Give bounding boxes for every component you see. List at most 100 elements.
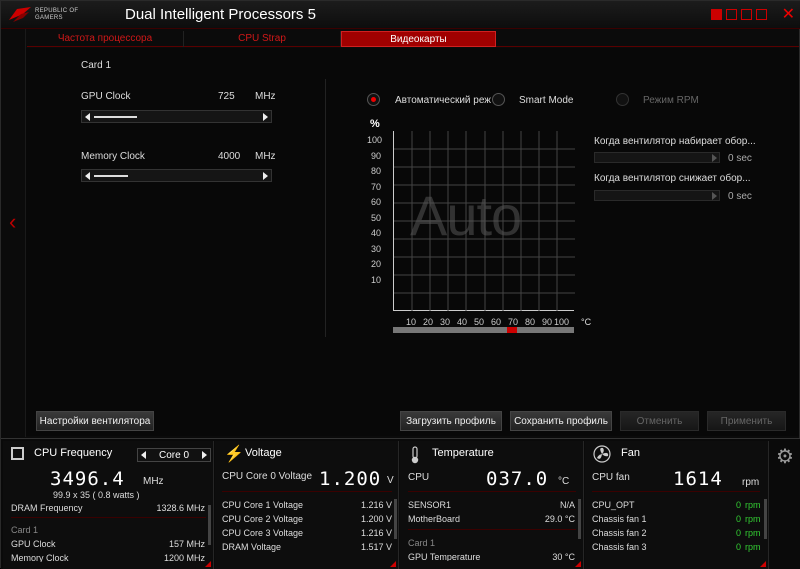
ramp-down-arrow-icon[interactable]: [712, 192, 717, 200]
fan-row-label: Chassis fan 2: [592, 528, 647, 538]
card-title: Card 1: [81, 60, 112, 71]
slider-right-arrow-icon[interactable]: [263, 113, 268, 121]
panel-divider: [325, 79, 326, 337]
memory-clock-slider[interactable]: [81, 169, 272, 182]
card-section-label: Card 1: [408, 538, 436, 548]
fan-panel: Fan CPU fan 1614 rpm CPU_OPT 0 rpm Chass…: [585, 441, 769, 569]
layout-icon[interactable]: [741, 9, 752, 20]
memory-clock-value: 4000: [218, 151, 241, 162]
fan-title: Fan: [621, 447, 640, 459]
scrollbar[interactable]: [208, 505, 211, 545]
ramp-up-label: Когда вентилятор набирает обор...: [594, 136, 756, 147]
y-tick-label: 90: [370, 150, 381, 161]
gear-icon[interactable]: ⚙: [776, 444, 794, 469]
chart-y-unit: %: [370, 118, 380, 130]
fan-row-label: Chassis fan 1: [592, 514, 647, 524]
gpu-temperature-label: GPU Temperature: [408, 552, 481, 561]
gpu-clock-monitor-label: GPU Clock: [11, 539, 56, 549]
fan-row-label: Chassis fan 3: [592, 542, 647, 552]
cpu-frequency-value: 3496.4: [50, 468, 125, 490]
fan-row-value: 0: [735, 500, 741, 510]
y-tick-label: 40: [370, 228, 381, 238]
voltage-row-value: 1.517 V: [360, 542, 392, 552]
core-next-icon[interactable]: [202, 451, 207, 459]
record-icon[interactable]: [711, 9, 722, 20]
smart-mode-radio[interactable]: [492, 93, 505, 106]
rpm-mode-radio[interactable]: [616, 93, 629, 106]
separator: [408, 491, 576, 492]
hardware-monitor: CPU Frequency Core 0 3496.4 MHz 99.9 x 3…: [1, 438, 800, 569]
rpm-mode-label: Режим RPM: [643, 95, 699, 106]
voltage-main-label: CPU Core 0 Voltage: [222, 471, 313, 482]
slider-left-arrow-icon[interactable]: [85, 113, 90, 121]
expand-corner-icon[interactable]: [390, 561, 396, 567]
slider-right-arrow-icon[interactable]: [263, 172, 268, 180]
slider-left-arrow-icon[interactable]: [85, 172, 90, 180]
apply-button[interactable]: Применить: [707, 411, 786, 431]
scrollbar[interactable]: [394, 499, 397, 539]
save-profile-button[interactable]: Сохранить профиль: [510, 411, 612, 431]
lightning-icon: ⚡: [224, 446, 244, 463]
y-tick-label: 20: [370, 259, 381, 269]
title-bar[interactable]: REPUBLIC OF GAMERS Dual Intelligent Proc…: [1, 1, 800, 29]
separator: [222, 491, 392, 492]
tab-graphics-cards[interactable]: Видеокарты: [341, 31, 496, 47]
ramp-down-label: Когда вентилятор снижает обор...: [594, 173, 751, 184]
fan-settings-button[interactable]: Настройки вентилятора: [36, 411, 154, 431]
fan-row-value: 0: [735, 528, 741, 538]
temp-range-bar: [393, 327, 507, 333]
cancel-button[interactable]: Отменить: [620, 411, 699, 431]
x-tick-label: 40: [457, 317, 468, 327]
voltage-row-value: 1.216 V: [360, 528, 392, 538]
ramp-down-slider[interactable]: [594, 190, 720, 201]
rog-eye-icon: [9, 7, 31, 22]
minimize-icon[interactable]: [756, 9, 767, 20]
cpu-frequency-detail: 99.9 x 35 ( 0.8 watts ): [53, 490, 140, 500]
expand-corner-icon[interactable]: [760, 561, 766, 567]
voltage-row-value: 1.200 V: [360, 514, 392, 524]
tab-cpu-frequency[interactable]: Частота процессора: [27, 31, 184, 47]
separator: [592, 491, 760, 492]
expand-corner-icon[interactable]: [205, 561, 211, 567]
fan-row-value: 0: [735, 542, 741, 552]
fan-row-unit: rpm: [745, 514, 761, 524]
memory-clock-unit: MHz: [255, 151, 276, 162]
x-tick-label: 50: [474, 317, 485, 327]
y-tick-label: 80: [370, 166, 381, 176]
temperature-main-value: 037.0: [486, 468, 549, 490]
scrollbar[interactable]: [764, 499, 767, 539]
voltage-panel: ⚡ Voltage CPU Core 0 Voltage 1.200 V CPU…: [215, 441, 399, 569]
voltage-title: Voltage: [245, 447, 282, 459]
rog-logo: REPUBLIC OF GAMERS: [7, 4, 107, 26]
temp-range-marker: [507, 327, 517, 333]
y-tick-label: 50: [370, 212, 381, 223]
tab-cpu-strap[interactable]: CPU Strap: [184, 31, 341, 47]
fan-row-unit: rpm: [745, 542, 761, 552]
load-profile-button[interactable]: Загрузить профиль: [400, 411, 502, 431]
app-window: REPUBLIC OF GAMERS Dual Intelligent Proc…: [0, 0, 800, 569]
fan-curve-chart[interactable]: Auto: [393, 131, 575, 311]
temperature-row-value: 29.0 °C: [544, 514, 575, 524]
core-prev-icon[interactable]: [141, 451, 146, 459]
gpu-clock-slider[interactable]: [81, 110, 272, 123]
tab-bar: Частота процессора CPU Strap Видеокарты: [27, 31, 799, 47]
scrollbar[interactable]: [578, 499, 581, 539]
close-icon[interactable]: ✕: [782, 4, 795, 24]
ramp-down-value: 0 sec: [728, 191, 752, 202]
core-selector[interactable]: Core 0: [137, 448, 211, 462]
auto-mode-radio[interactable]: [367, 93, 380, 106]
smart-mode-label: Smart Mode: [519, 95, 574, 106]
ramp-up-arrow-icon[interactable]: [712, 154, 717, 162]
ramp-up-slider[interactable]: [594, 152, 720, 163]
grid-view-icon[interactable]: [726, 9, 737, 20]
fan-main-unit: rpm: [742, 477, 760, 488]
expand-corner-icon[interactable]: [575, 561, 581, 567]
slider-fill: [94, 175, 128, 177]
voltage-main-value: 1.200: [319, 468, 382, 490]
auto-mode-label: Автоматический режим: [395, 95, 491, 106]
cpu-frequency-panel: CPU Frequency Core 0 3496.4 MHz 99.9 x 3…: [3, 441, 214, 569]
chevron-left-icon[interactable]: ‹: [9, 209, 16, 235]
dram-frequency-label: DRAM Frequency: [11, 503, 83, 513]
gpu-clock-value: 725: [218, 91, 235, 102]
y-tick-label: 60: [370, 197, 381, 207]
